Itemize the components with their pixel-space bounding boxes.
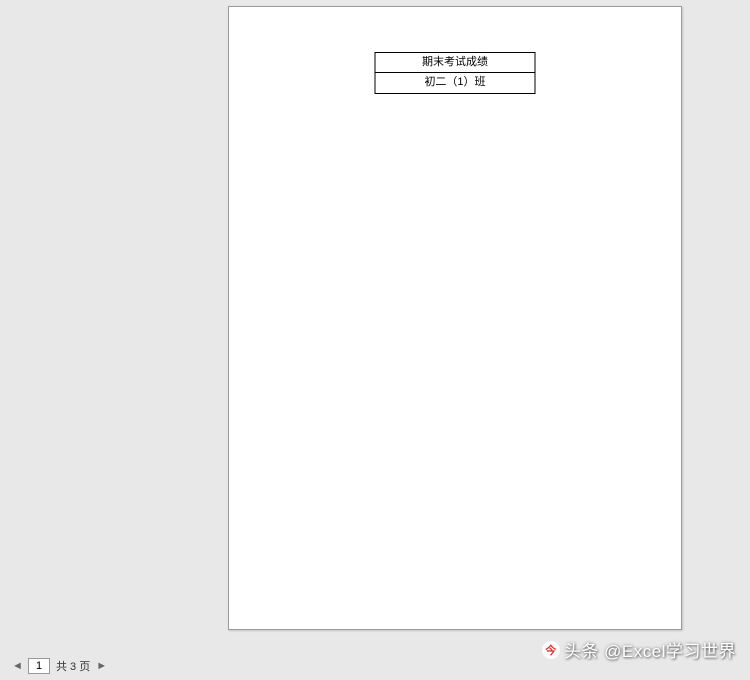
- page-number-input[interactable]: [28, 658, 50, 674]
- document-page: 期末考试成绩 初二（1）班: [228, 6, 682, 630]
- page-header-table: 期末考试成绩 初二（1）班: [375, 52, 536, 94]
- prev-page-button[interactable]: ◄: [12, 660, 22, 672]
- watermark: 今 头条 @Excel学习世界: [542, 637, 736, 662]
- watermark-text: 头条 @Excel学习世界: [564, 637, 736, 662]
- print-preview-area: 期末考试成绩 初二（1）班: [0, 0, 750, 636]
- header-title-cell: 期末考试成绩: [375, 53, 535, 73]
- watermark-icon: 今: [542, 641, 560, 659]
- next-page-button[interactable]: ►: [96, 660, 106, 672]
- pager-bar: ◄ 共 3 页 ►: [12, 658, 106, 674]
- total-pages-label: 共 3 页: [56, 658, 90, 674]
- header-class-cell: 初二（1）班: [375, 73, 535, 93]
